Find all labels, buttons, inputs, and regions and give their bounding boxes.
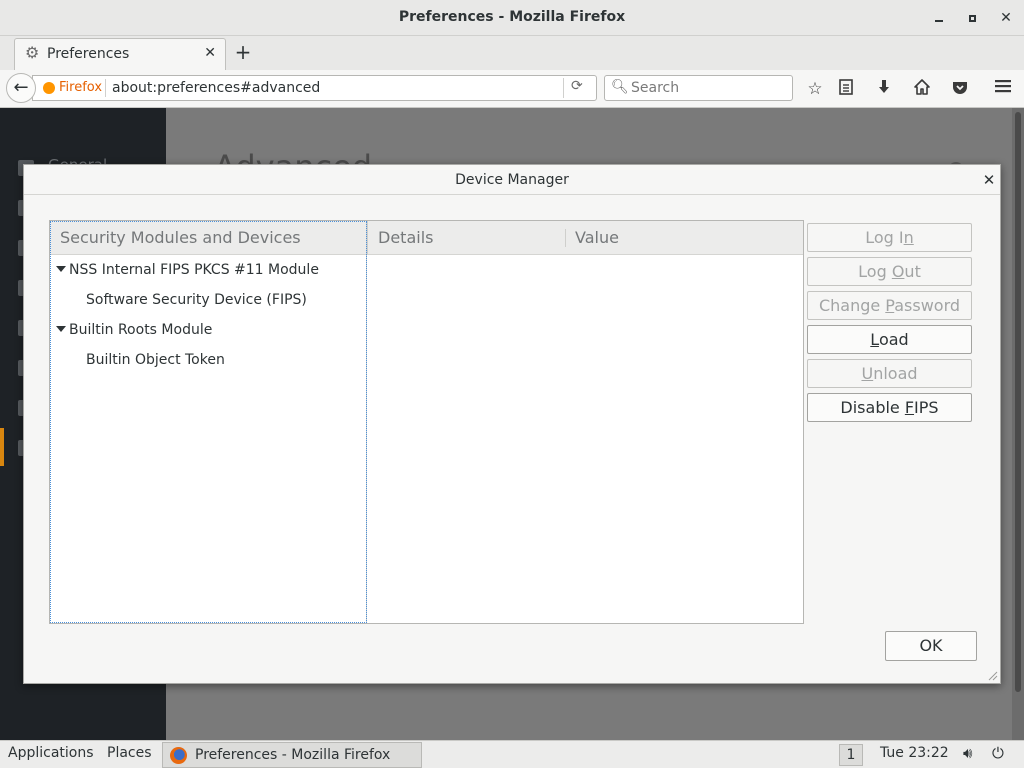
tree-focus-ring — [50, 221, 367, 623]
url-separator — [105, 79, 106, 97]
workspace-indicator[interactable]: 1 — [839, 744, 863, 766]
change-password-button[interactable]: Change Password — [807, 291, 972, 320]
tab-preferences[interactable]: ⚙ Preferences ✕ — [14, 38, 226, 70]
search-bar[interactable]: 🔍︎ — [604, 75, 793, 101]
identity-label[interactable]: Firefox — [59, 80, 102, 95]
scrollbar-thumb[interactable] — [1015, 112, 1021, 692]
load-button[interactable]: Load — [807, 325, 972, 354]
maximize-icon — [968, 15, 976, 22]
hamburger-menu-icon[interactable] — [992, 78, 1014, 100]
dialog-close-icon[interactable]: ✕ — [982, 171, 996, 189]
window-titlebar: Preferences - Mozilla Firefox ✕ — [0, 0, 1024, 36]
taskbar-item-label: Preferences - Mozilla Firefox — [195, 747, 391, 763]
search-input[interactable] — [629, 78, 789, 98]
reload-icon[interactable]: ⟳ — [571, 78, 583, 94]
page-scrollbar[interactable] — [1012, 108, 1024, 740]
minimize-icon — [935, 20, 943, 22]
navigation-toolbar: Firefox about:preferences#advanced ⟳ ← 🔍… — [0, 70, 1024, 108]
security-modules-tree[interactable]: Security Modules and Devices Details Val… — [49, 220, 804, 624]
reload-separator — [563, 78, 564, 98]
url-text[interactable]: about:preferences#advanced — [112, 80, 320, 96]
tab-close-icon[interactable]: ✕ — [204, 45, 216, 61]
search-icon: 🔍︎ — [611, 79, 629, 95]
log-in-button[interactable]: Log In — [807, 223, 972, 252]
clock[interactable]: Tue 23:22 — [880, 745, 949, 761]
downloads-icon[interactable] — [873, 78, 895, 100]
tab-strip: ⚙ Preferences ✕ + — [0, 36, 1024, 70]
tab-label: Preferences — [47, 46, 130, 62]
column-header-value[interactable]: Value — [565, 221, 803, 254]
bookmarks-menu-icon[interactable] — [835, 78, 857, 100]
places-menu[interactable]: Places — [107, 745, 152, 761]
disable-fips-button[interactable]: Disable FIPS — [807, 393, 972, 422]
firefox-identity-icon — [43, 82, 55, 94]
dialog-title: Device Manager — [455, 172, 569, 188]
log-out-button[interactable]: Log Out — [807, 257, 972, 286]
minimize-button[interactable] — [930, 9, 948, 27]
unload-button[interactable]: Unload — [807, 359, 972, 388]
bookmark-star-icon[interactable]: ☆ — [804, 78, 826, 100]
resize-grip-icon[interactable] — [986, 669, 998, 681]
back-arrow-icon: ← — [13, 77, 29, 98]
column-header-details[interactable]: Details — [367, 221, 565, 254]
close-icon: ✕ — [1000, 10, 1012, 26]
bottom-panel: Applications Places Preferences - Mozill… — [0, 740, 1024, 768]
window-title: Preferences - Mozilla Firefox — [398, 9, 626, 25]
sidebar-selection-marker — [0, 428, 4, 466]
firefox-icon — [170, 747, 187, 764]
taskbar-item-firefox[interactable]: Preferences - Mozilla Firefox — [162, 742, 422, 768]
home-icon[interactable] — [911, 78, 933, 100]
maximize-button[interactable] — [963, 9, 981, 27]
volume-icon[interactable]: 🔊︎ — [963, 744, 972, 762]
applications-menu[interactable]: Applications — [8, 745, 94, 761]
close-window-button[interactable]: ✕ — [997, 9, 1015, 27]
ok-button[interactable]: OK — [885, 631, 977, 661]
power-icon[interactable]: ⏻ — [992, 744, 1004, 762]
url-bar[interactable]: Firefox about:preferences#advanced ⟳ — [32, 75, 597, 101]
dialog-titlebar: Device Manager ✕ — [24, 165, 1000, 195]
back-button[interactable]: ← — [6, 73, 36, 103]
pocket-icon[interactable] — [949, 78, 971, 100]
gear-icon: ⚙ — [25, 43, 40, 62]
new-tab-button[interactable]: + — [232, 40, 254, 64]
device-manager-dialog: Device Manager ✕ Security Modules and De… — [23, 164, 1001, 684]
